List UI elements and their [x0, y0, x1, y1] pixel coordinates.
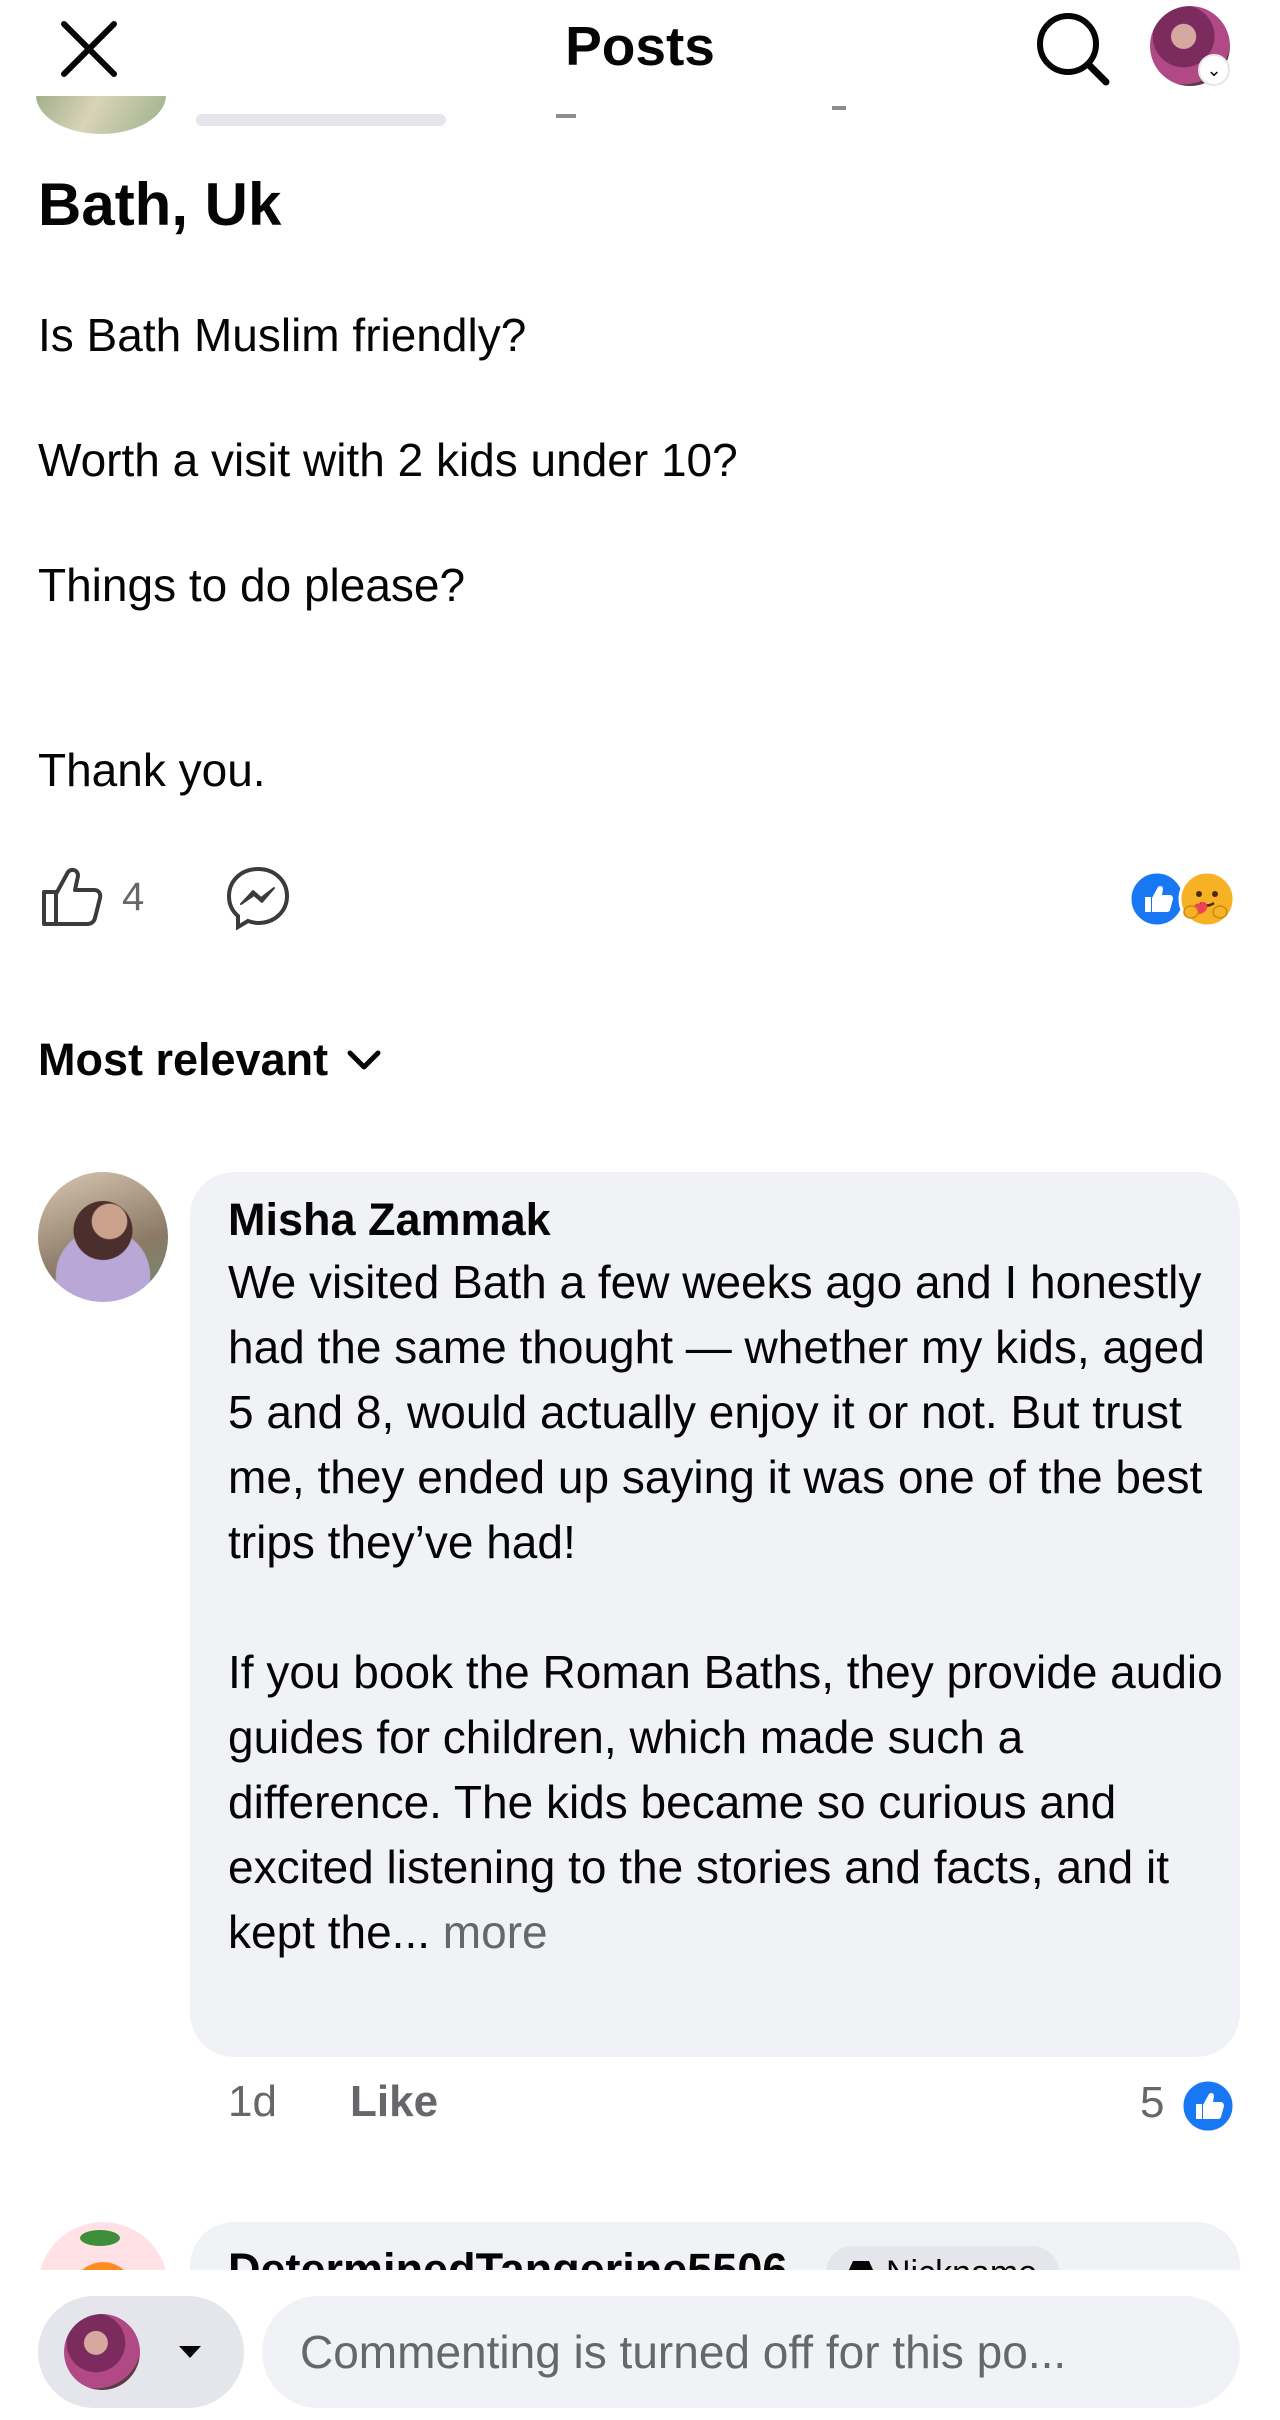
chevron-down-icon[interactable]: ⌄ [1198, 54, 1230, 86]
comment-timestamp[interactable]: 1d [228, 2072, 277, 2132]
post-text-line: Worth a visit with 2 kids under 10? [38, 434, 738, 486]
comment-composer: Commenting is turned off for this po... [0, 2278, 1280, 2420]
caret-down-icon [179, 2346, 201, 2358]
post-text-line: Is Bath Muslim friendly? [38, 309, 527, 361]
like-button[interactable] [38, 864, 104, 930]
previous-meta-mark [832, 106, 846, 110]
search-button[interactable] [1030, 6, 1116, 92]
thumbs-up-icon [42, 867, 103, 926]
comment-like-button[interactable]: Like [350, 2072, 438, 2132]
tangerine-leaf [80, 2230, 120, 2246]
previous-post-remnant [0, 96, 1280, 146]
comment-text: We visited Bath a few weeks ago and I ho… [228, 1250, 1228, 1965]
commenter-avatar[interactable] [38, 1172, 168, 1302]
see-more-link[interactable]: more [430, 1906, 548, 1958]
previous-meta-mark [556, 114, 576, 118]
profile-switcher[interactable] [38, 2296, 244, 2408]
sort-label: Most relevant [38, 1034, 329, 1085]
post-text-line: Things to do please? [38, 559, 466, 611]
send-message-button[interactable] [224, 864, 292, 932]
comment-body: We visited Bath a few weeks ago and I ho… [228, 1256, 1223, 1958]
previous-name-placeholder [196, 114, 446, 126]
care-reaction-icon [1178, 870, 1236, 928]
comment-sort-dropdown[interactable]: Most relevant [38, 1030, 384, 1090]
post-action-bar: 4 [0, 860, 1280, 942]
reaction-summary[interactable] [1128, 870, 1238, 928]
search-icon [1037, 13, 1110, 86]
comment-author[interactable]: DeterminedTangerine5506 [228, 2240, 787, 2270]
comment-reaction-count[interactable]: 5 [1140, 2074, 1164, 2132]
incognito-icon [848, 2261, 874, 2270]
nickname-badge: Nickname [826, 2246, 1060, 2270]
comment-input[interactable]: Commenting is turned off for this po... [262, 2296, 1240, 2408]
comment-author[interactable]: Misha Zammak [228, 1190, 551, 1250]
comment-bubble: Misha Zammak We visited Bath a few weeks… [190, 1172, 1240, 2057]
next-comment-preview: DeterminedTangerine5506 Nickname [0, 2222, 1280, 2270]
chevron-down-icon [347, 1050, 381, 1070]
like-reaction-icon[interactable] [1180, 2078, 1236, 2134]
badge-label: Nickname [886, 2246, 1037, 2270]
top-bar: Posts ⌄ [0, 0, 1280, 165]
previous-avatar [36, 96, 166, 134]
messenger-icon [226, 866, 290, 931]
avatar [64, 2314, 140, 2390]
post-text-line: Thank you. [38, 744, 266, 796]
like-count: 4 [122, 875, 145, 919]
post-title: Bath, Uk [38, 171, 282, 238]
